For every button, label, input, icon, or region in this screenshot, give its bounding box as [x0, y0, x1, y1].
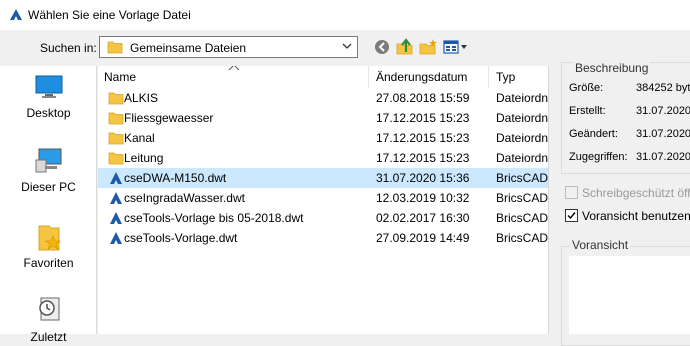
file-name: cseTools-Vorlage bis 05-2018.dwt [124, 211, 304, 225]
column-header-label: Name [104, 70, 137, 84]
file-type: BricsCAD [496, 211, 548, 225]
folder-icon [108, 92, 124, 105]
column-header-label: Typ [496, 70, 516, 84]
file-date: 17.12.2015 15:23 [376, 151, 470, 165]
file-type: Dateiordner [496, 131, 548, 145]
file-row[interactable]: Kanal 17.12.2015 15:23 Dateiordner [98, 128, 548, 148]
modified-key: Geändert: [569, 128, 618, 140]
file-name: cseIngradaWasser.dwt [124, 191, 245, 205]
preview-checkbox[interactable] [565, 209, 578, 222]
file-date: 27.08.2018 15:59 [376, 91, 470, 105]
file-type: Dateiordner [496, 111, 548, 125]
dwt-file-icon [110, 232, 122, 244]
file-row[interactable]: ALKIS 27.08.2018 15:59 Dateiordner [98, 88, 548, 108]
file-row[interactable]: cseTools-Vorlage bis 05-2018.dwt 02.02.20… [98, 208, 548, 228]
column-header-date[interactable]: Änderungsdatum [369, 66, 488, 88]
up-folder-icon[interactable] [395, 38, 415, 56]
accessed-value: 31.07.2020 [636, 151, 690, 163]
place-label: Dieser PC [21, 180, 76, 194]
file-name: Fliessgewaesser [124, 111, 214, 125]
dwt-file-icon [110, 172, 122, 184]
file-row[interactable]: cseTools-Vorlage.dwt 27.09.2019 14:49 Bric… [98, 228, 548, 248]
computer-icon [35, 148, 61, 173]
file-date: 17.12.2015 15:23 [376, 111, 470, 125]
preview-label: Voransicht benutzen [582, 209, 690, 223]
preview-legend: Voransicht [570, 238, 631, 252]
folder-icon [107, 41, 123, 54]
column-header-label: Änderungsdatum [376, 70, 468, 84]
lookin-value: Gemeinsame Dateien [130, 41, 247, 55]
file-row[interactable]: cseDWA-M150.dwt 31.07.2020 15:36 BricsCAD [98, 168, 548, 188]
bricscad-icon [10, 9, 22, 20]
modified-value: 31.07.2020 [636, 128, 690, 140]
folder-icon [108, 112, 124, 125]
file-date: 31.07.2020 15:36 [376, 171, 470, 185]
desktop-icon [35, 75, 62, 98]
file-date: 12.03.2019 10:32 [376, 191, 470, 205]
file-date: 02.02.2017 16:30 [376, 211, 470, 225]
file-date: 17.12.2015 15:23 [376, 131, 470, 145]
file-name: Kanal [124, 131, 155, 145]
file-row[interactable]: Leitung 17.12.2015 15:23 Dateiordner [98, 148, 548, 168]
checkmark-icon [567, 212, 576, 220]
file-row[interactable]: Fliessgewaesser 17.12.2015 15:23 Dateiordn… [98, 108, 548, 128]
readonly-label: Schreibgeschützt öffnen [582, 186, 690, 200]
lookin-label: Suchen in: [40, 41, 97, 55]
place-favorites[interactable]: Favoriten [0, 222, 97, 272]
file-type: BricsCAD [496, 191, 548, 205]
readonly-checkbox[interactable] [565, 186, 578, 199]
file-list[interactable]: Name Änderungsdatum Typ ALKIS 27.08.2018 … [98, 66, 548, 334]
created-value: 31.07.2020 [636, 105, 690, 117]
chevron-down-icon[interactable] [342, 42, 352, 50]
file-name: ALKIS [124, 91, 159, 105]
folder-icon [108, 152, 124, 165]
lookin-dropdown[interactable]: Gemeinsame Dateien [99, 36, 358, 58]
preview-area [569, 256, 690, 334]
file-name: cseTools-Vorlage.dwt [124, 231, 238, 245]
dwt-file-icon [110, 192, 122, 204]
file-row[interactable]: cseIngradaWasser.dwt 12.03.2019 10:32 Bric… [98, 188, 548, 208]
created-key: Erstellt: [569, 105, 606, 117]
file-type: BricsCAD [496, 231, 548, 245]
place-this-pc[interactable]: Dieser PC [0, 146, 97, 196]
folder-icon [108, 132, 124, 145]
favorites-icon [38, 225, 61, 251]
place-desktop[interactable]: Desktop [0, 74, 97, 124]
file-date: 27.09.2019 14:49 [376, 231, 470, 245]
column-header-type[interactable]: Typ [489, 66, 548, 88]
size-value: 384252 byte [636, 82, 690, 94]
places-bar: Desktop Dieser PC Favoriten Zuletzt [0, 66, 97, 344]
place-label: Desktop [26, 106, 71, 120]
place-label: Favoriten [23, 256, 74, 270]
description-legend: Beschreibung [573, 61, 651, 75]
column-header-name[interactable]: Name [98, 66, 368, 88]
size-key: Größe: [569, 82, 604, 94]
file-type: BricsCAD [496, 171, 548, 185]
file-name: Leitung [124, 151, 164, 165]
pane-divider[interactable] [548, 66, 549, 334]
file-name: cseDWA-M150.dwt [124, 171, 227, 185]
view-menu-icon[interactable] [442, 38, 470, 56]
title-bar: Wählen Sie eine Vorlage Datei [0, 0, 690, 30]
place-label: Zuletzt [30, 330, 67, 344]
window-title: Wählen Sie eine Vorlage Datei [28, 8, 191, 22]
file-type: Dateiordner [496, 91, 548, 105]
recent-icon [38, 297, 59, 321]
back-icon[interactable] [373, 38, 393, 56]
dwt-file-icon [110, 212, 122, 224]
accessed-key: Zugegriffen: [569, 151, 628, 163]
place-recent[interactable]: Zuletzt [0, 294, 97, 344]
file-type: Dateiordner [496, 151, 548, 165]
new-folder-icon[interactable] [418, 38, 438, 56]
